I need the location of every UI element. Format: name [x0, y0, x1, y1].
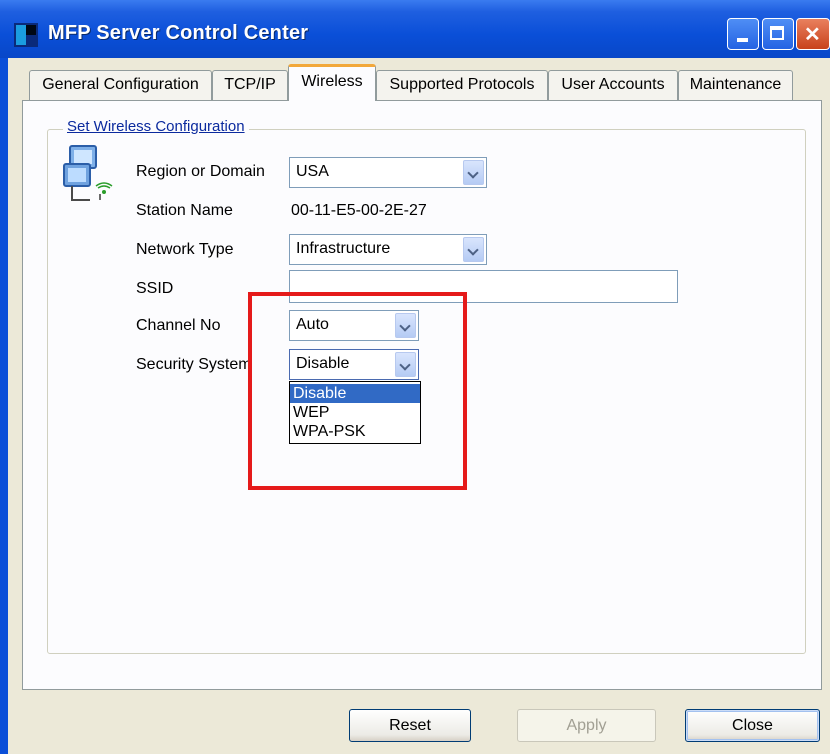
apply-button[interactable]: Apply [517, 709, 656, 742]
reset-button[interactable]: Reset [349, 709, 471, 742]
wireless-network-icon [63, 145, 113, 201]
close-window-button[interactable] [796, 18, 830, 50]
window-title: MFP Server Control Center [48, 22, 309, 44]
group-title: Set Wireless Configuration [63, 118, 249, 135]
tab-supported-protocols[interactable]: Supported Protocols [376, 70, 548, 100]
ssid-label: SSID [136, 280, 174, 297]
tab-wireless[interactable]: Wireless [288, 64, 376, 101]
close-button[interactable]: Close [685, 709, 820, 742]
network-type-label: Network Type [136, 241, 234, 258]
minimize-button[interactable] [727, 18, 759, 50]
network-type-value: Infrastructure [296, 240, 391, 257]
tab-maintenance[interactable]: Maintenance [678, 70, 793, 100]
network-type-select[interactable]: Infrastructure [289, 234, 487, 265]
highlight-annotation [248, 292, 467, 490]
region-select[interactable]: USA [289, 157, 487, 188]
tab-general-configuration[interactable]: General Configuration [29, 70, 212, 100]
app-logo-icon [14, 23, 38, 47]
tab-tcp-ip[interactable]: TCP/IP [212, 70, 288, 100]
window-border [0, 58, 8, 754]
tab-user-accounts[interactable]: User Accounts [548, 70, 678, 100]
region-value: USA [296, 163, 329, 180]
app-window: MFP Server Control Center General Config… [0, 0, 830, 754]
chevron-down-icon[interactable] [463, 160, 484, 185]
security-label: Security System [136, 356, 252, 373]
chevron-down-icon[interactable] [463, 237, 484, 262]
maximize-button[interactable] [762, 18, 794, 50]
station-name-value: 00-11-E5-00-2E-27 [291, 202, 427, 219]
channel-label: Channel No [136, 317, 221, 334]
title-bar[interactable]: MFP Server Control Center [0, 0, 830, 58]
region-label: Region or Domain [136, 163, 265, 180]
station-name-label: Station Name [136, 202, 233, 219]
